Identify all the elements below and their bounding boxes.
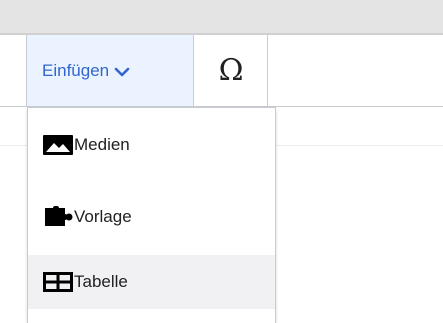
omega-icon: Ω: [218, 53, 244, 88]
toolbar-left-group: [0, 35, 27, 106]
menu-item-label: Tabelle: [74, 272, 128, 291]
image-icon: [42, 134, 74, 156]
insert-dropdown-menu: Medien Vorlage Tabelle: [27, 107, 276, 323]
insert-menu-label: Einfügen: [42, 60, 110, 80]
menu-item-label: Vorlage: [74, 207, 132, 226]
menu-item-label: Medien: [74, 135, 130, 154]
chevron-down-icon: [114, 65, 130, 77]
special-character-button[interactable]: Ω: [195, 35, 268, 106]
insert-menu-button[interactable]: Einfügen: [27, 35, 194, 106]
menu-item-media[interactable]: Medien: [28, 118, 275, 172]
menu-item-template[interactable]: Vorlage: [28, 190, 275, 244]
menu-item-table[interactable]: Tabelle: [28, 255, 275, 309]
top-bar: [0, 0, 443, 34]
puzzle-icon: [42, 206, 74, 228]
table-icon: [42, 271, 74, 293]
